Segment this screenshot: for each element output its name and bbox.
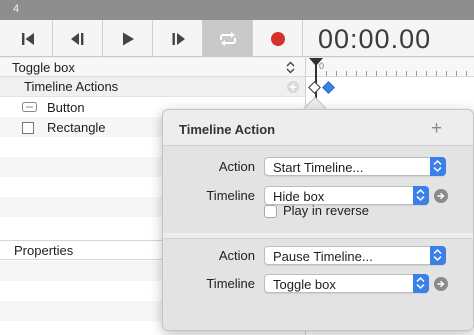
- ruler-tick: [386, 71, 387, 76]
- ruler-tick: [446, 71, 447, 76]
- ruler-tick: [436, 71, 437, 76]
- ruler-tick: [326, 71, 327, 76]
- ruler-tick: [366, 71, 367, 76]
- ruler-tick: [406, 71, 407, 76]
- chevron-up-down-icon: [430, 246, 446, 265]
- play-icon: [122, 32, 134, 45]
- ruler-tick: [396, 71, 397, 76]
- timeline-label: Timeline: [206, 188, 255, 203]
- ruler-tick: [346, 71, 347, 76]
- record-icon: [270, 31, 285, 46]
- play-in-reverse-label: Play in reverse: [283, 203, 369, 218]
- app-window: 4 00:00.00 Toggle box Timeline Actions B…: [0, 0, 474, 335]
- action-select-value: Start Timeline...: [273, 160, 364, 175]
- ruler-tick: [356, 71, 357, 76]
- action-select[interactable]: Pause Timeline...: [264, 246, 446, 265]
- action-label: Action: [218, 159, 255, 174]
- outline-item-label: Rectangle: [47, 120, 106, 135]
- action-select[interactable]: Start Timeline...: [264, 157, 446, 176]
- title-strip: 4: [0, 0, 474, 20]
- step-back-icon: [70, 32, 83, 45]
- ruler-tick: [456, 71, 457, 76]
- chevron-up-down-icon: [430, 157, 446, 176]
- timeline-select-value: Toggle box: [273, 277, 336, 292]
- ruler-tick: [466, 71, 467, 76]
- timecode-display: 00:00.00: [318, 24, 432, 54]
- button-icon: [22, 102, 37, 112]
- record-button[interactable]: [253, 20, 303, 57]
- transport-toolbar: 00:00.00: [0, 20, 474, 57]
- playhead-handle[interactable]: [309, 58, 323, 66]
- add-icon[interactable]: +: [431, 119, 442, 138]
- play-button[interactable]: [103, 20, 153, 57]
- title-fragment: 4: [13, 3, 20, 15]
- skip-to-start-button[interactable]: [3, 20, 53, 57]
- chevron-up-down-icon: [413, 186, 429, 205]
- time-ruler[interactable]: 0: [306, 58, 474, 77]
- action-keyframe[interactable]: [322, 81, 335, 94]
- ruler-tick: [426, 71, 427, 76]
- timeline-label: Timeline: [206, 276, 255, 291]
- action-section-2: Action Pause Timeline... Timeline Toggle…: [163, 238, 473, 330]
- action-keyframe-selected[interactable]: [308, 81, 321, 94]
- timeline-select[interactable]: Toggle box: [264, 274, 429, 293]
- ruler-tick: [336, 71, 337, 76]
- loop-icon: [219, 31, 236, 46]
- outline-item-label: Button: [47, 100, 85, 115]
- play-in-reverse-checkbox[interactable]: [264, 205, 277, 218]
- skip-to-start-icon: [21, 32, 34, 45]
- timeline-actions-label: Timeline Actions: [24, 79, 119, 94]
- go-to-timeline-icon[interactable]: [434, 277, 448, 291]
- popover-title: Timeline Action: [179, 122, 276, 137]
- timeline-selector-label: Toggle box: [12, 60, 75, 75]
- step-forward-icon: [172, 32, 185, 45]
- timeline-selector[interactable]: Toggle box: [0, 58, 305, 77]
- loop-button[interactable]: [203, 20, 253, 57]
- ruler-tick: [376, 71, 377, 76]
- properties-label: Properties: [14, 243, 74, 258]
- go-to-timeline-icon[interactable]: [434, 189, 448, 203]
- action-section-1: Action Start Timeline... Timeline Hide b…: [163, 145, 473, 233]
- chevron-up-down-icon: [413, 274, 429, 293]
- step-forward-button[interactable]: [153, 20, 203, 57]
- timeline-action-popover: Timeline Action + Action Start Timeline.…: [162, 109, 474, 331]
- timeline-select-value: Hide box: [273, 189, 325, 204]
- chevron-up-down-icon: [286, 61, 295, 74]
- ruler-tick: [416, 71, 417, 76]
- timeline-actions-row[interactable]: Timeline Actions: [0, 77, 305, 97]
- add-action-icon[interactable]: [287, 81, 299, 93]
- action-label: Action: [218, 248, 255, 263]
- step-back-button[interactable]: [53, 20, 103, 57]
- rectangle-icon: [22, 122, 34, 134]
- action-select-value: Pause Timeline...: [273, 249, 373, 264]
